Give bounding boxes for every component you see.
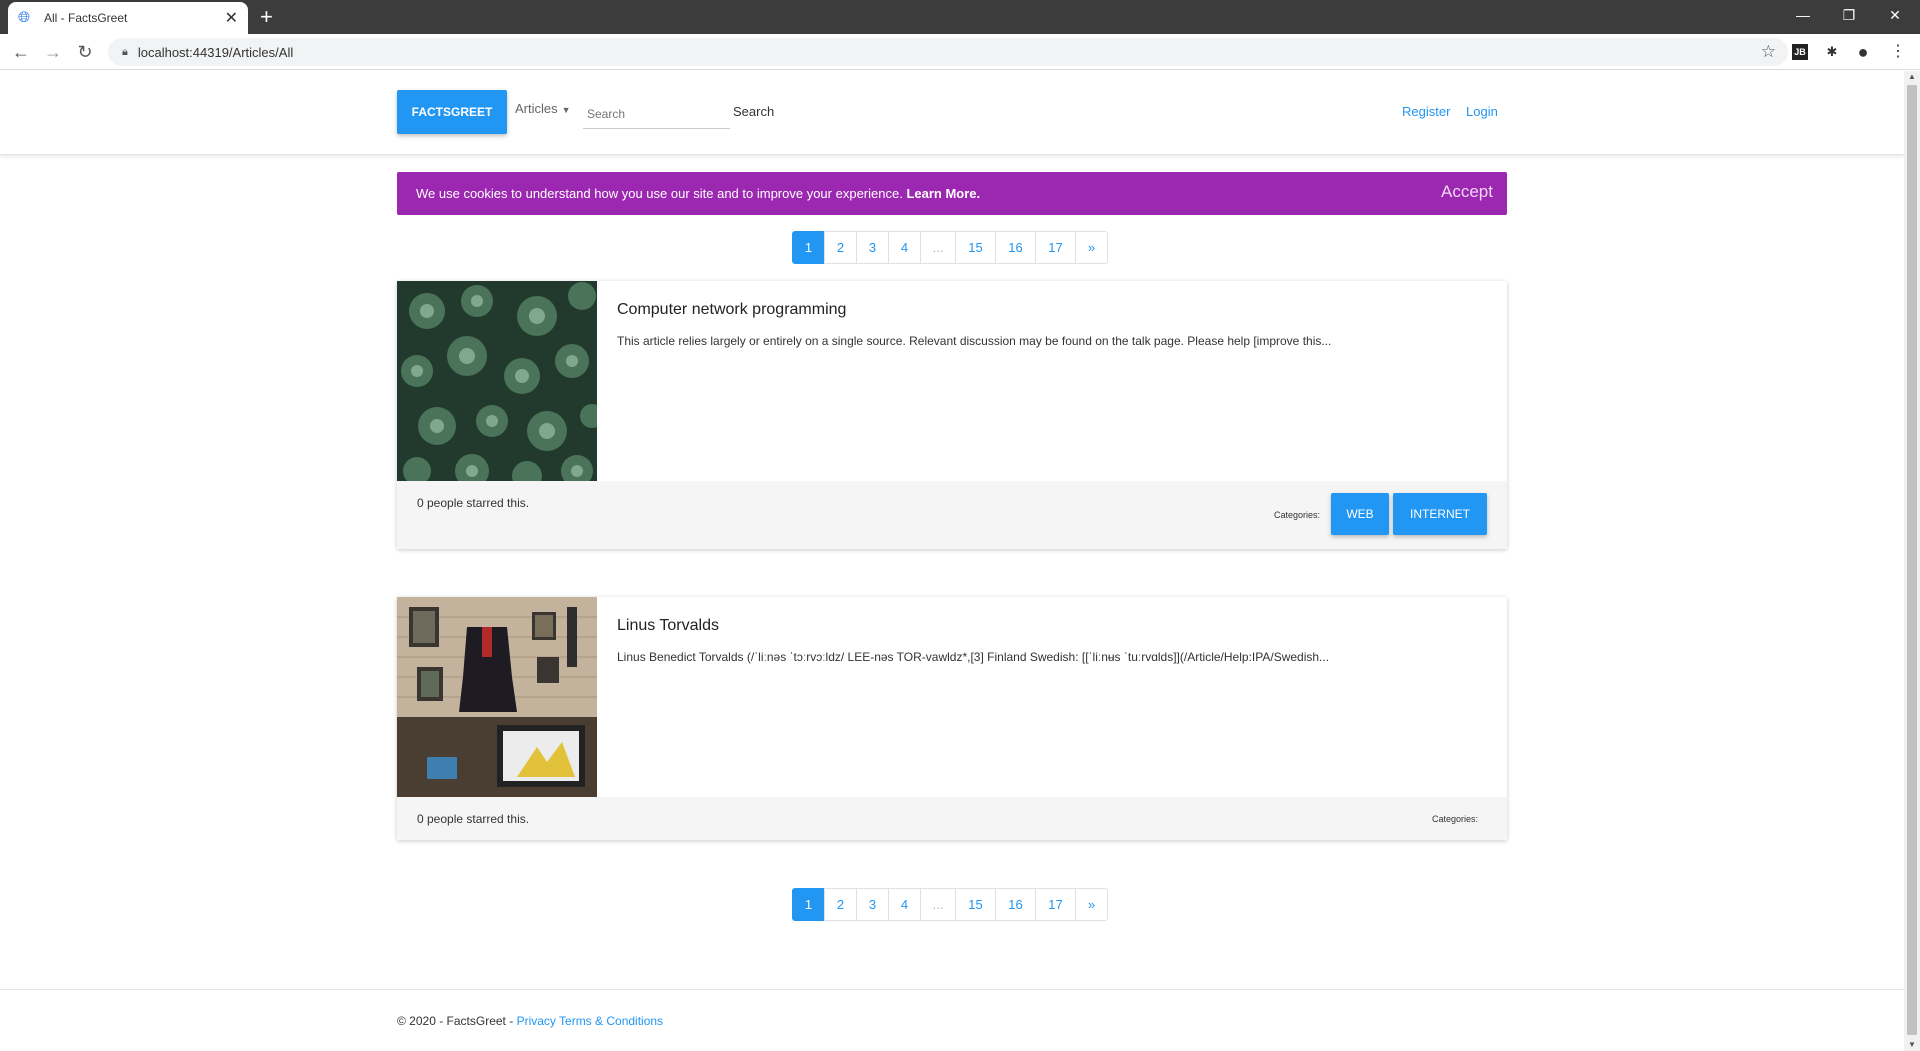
- article-title[interactable]: Linus Torvalds: [617, 617, 719, 635]
- browser-tab[interactable]: 🌐︎ All - FactsGreet ✕: [8, 2, 248, 34]
- login-link[interactable]: Login: [1466, 104, 1498, 119]
- article-footer: 0 people starred this. Categories: WEB I…: [397, 481, 1507, 549]
- page-next[interactable]: »: [1075, 231, 1108, 264]
- extensions-puzzle-icon[interactable]: ✱: [1822, 42, 1842, 62]
- register-link[interactable]: Register: [1402, 104, 1450, 119]
- lock-icon: 🔒︎: [122, 45, 128, 58]
- category-button-internet[interactable]: INTERNET: [1393, 493, 1487, 535]
- categories-label: Categories:: [1432, 814, 1479, 824]
- address-toolbar: ← → ↻ 🔒︎ localhost:44319/Articles/All ☆ …: [0, 34, 1920, 70]
- menu-kebab-icon[interactable]: ⋮: [1888, 42, 1908, 62]
- extension-jb-icon[interactable]: JB: [1792, 44, 1808, 60]
- page-ellipsis: ...: [920, 231, 956, 264]
- brand-button[interactable]: FACTSGREET: [397, 90, 507, 134]
- url-text: localhost:44319/Articles/All: [137, 44, 294, 60]
- vertical-scrollbar[interactable]: ▲ ▼: [1904, 71, 1920, 1051]
- star-count: 0 people starred this.: [417, 812, 530, 826]
- page-16[interactable]: 16: [995, 888, 1036, 921]
- article-footer: 0 people starred this. Categories:: [397, 797, 1507, 840]
- articles-label: Articles: [515, 101, 558, 116]
- close-window-icon[interactable]: ✕: [1872, 0, 1918, 30]
- new-tab-icon[interactable]: +: [260, 4, 273, 30]
- page-2[interactable]: 2: [824, 888, 857, 921]
- pagination-bottom: 1 2 3 4 ... 15 16 17 »: [792, 888, 1108, 921]
- browser-tab-strip: 🌐︎ All - FactsGreet ✕ + — ❐ ✕: [0, 0, 1920, 34]
- forward-icon[interactable]: →: [41, 40, 65, 64]
- copyright-text: © 2020 - FactsGreet -: [397, 1014, 517, 1028]
- page-3[interactable]: 3: [856, 231, 889, 264]
- site-header: FACTSGREET Articles▼ Search Register Log…: [0, 71, 1904, 155]
- page-2[interactable]: 2: [824, 231, 857, 264]
- search-button[interactable]: Search: [733, 104, 774, 119]
- page-1[interactable]: 1: [792, 888, 825, 921]
- bookmark-star-icon[interactable]: ☆: [1761, 42, 1776, 62]
- close-tab-icon[interactable]: ✕: [225, 8, 238, 28]
- page-next[interactable]: »: [1075, 888, 1108, 921]
- url-bar[interactable]: 🔒︎ localhost:44319/Articles/All ☆: [108, 38, 1788, 66]
- restore-icon[interactable]: ❐: [1826, 0, 1872, 30]
- cookie-message: We use cookies to understand how you use…: [416, 186, 980, 201]
- caret-down-icon: ▼: [561, 105, 571, 115]
- scrollbar-thumb[interactable]: [1907, 85, 1917, 1035]
- globe-icon: 🌐︎: [18, 9, 31, 26]
- page-4[interactable]: 4: [888, 231, 921, 264]
- star-count: 0 people starred this.: [417, 496, 530, 510]
- scroll-up-icon[interactable]: ▲: [1904, 71, 1920, 83]
- page-16[interactable]: 16: [995, 231, 1036, 264]
- page-4[interactable]: 4: [888, 888, 921, 921]
- page-17[interactable]: 17: [1035, 888, 1076, 921]
- article-thumbnail-succulents[interactable]: [397, 281, 597, 481]
- article-card[interactable]: Computer network programming This articl…: [397, 281, 1507, 549]
- article-excerpt: This article relies largely or entirely …: [617, 334, 1332, 348]
- scroll-down-icon[interactable]: ▼: [1904, 1039, 1920, 1051]
- minimize-icon[interactable]: —: [1780, 0, 1826, 30]
- category-button-web[interactable]: WEB: [1331, 493, 1389, 535]
- reload-icon[interactable]: ↻: [73, 40, 97, 64]
- cookie-banner: We use cookies to understand how you use…: [397, 172, 1507, 215]
- tab-title: All - FactsGreet: [44, 11, 128, 25]
- page-1[interactable]: 1: [792, 231, 825, 264]
- page-17[interactable]: 17: [1035, 231, 1076, 264]
- page-15[interactable]: 15: [955, 231, 996, 264]
- categories-label: Categories:: [1274, 510, 1321, 520]
- copyright: © 2020 - FactsGreet - Privacy Terms & Co…: [397, 1014, 663, 1028]
- articles-dropdown[interactable]: Articles ▼: [515, 101, 571, 116]
- article-title[interactable]: Computer network programming: [617, 301, 846, 319]
- back-icon[interactable]: ←: [9, 40, 33, 64]
- accept-cookies-button[interactable]: Accept: [1441, 182, 1493, 202]
- page-3[interactable]: 3: [856, 888, 889, 921]
- page-15[interactable]: 15: [955, 888, 996, 921]
- learn-more-link[interactable]: Learn More.: [906, 186, 980, 201]
- profile-avatar-icon[interactable]: ●: [1853, 42, 1873, 62]
- privacy-terms-link[interactable]: Privacy Terms & Conditions: [517, 1014, 664, 1028]
- page-ellipsis: ...: [920, 888, 956, 921]
- site-footer: © 2020 - FactsGreet - Privacy Terms & Co…: [0, 989, 1904, 1051]
- article-card[interactable]: Linus Torvalds Linus Benedict Torvalds (…: [397, 597, 1507, 840]
- cookie-text: We use cookies to understand how you use…: [416, 186, 903, 201]
- article-excerpt: Linus Benedict Torvalds (/ˈliːnəs ˈtɔːrv…: [617, 650, 1330, 664]
- pagination-top: 1 2 3 4 ... 15 16 17 »: [792, 231, 1108, 264]
- page-viewport: FACTSGREET Articles▼ Search Register Log…: [0, 71, 1904, 1051]
- search-input[interactable]: [583, 99, 730, 129]
- article-thumbnail-shop-wall[interactable]: [397, 597, 597, 797]
